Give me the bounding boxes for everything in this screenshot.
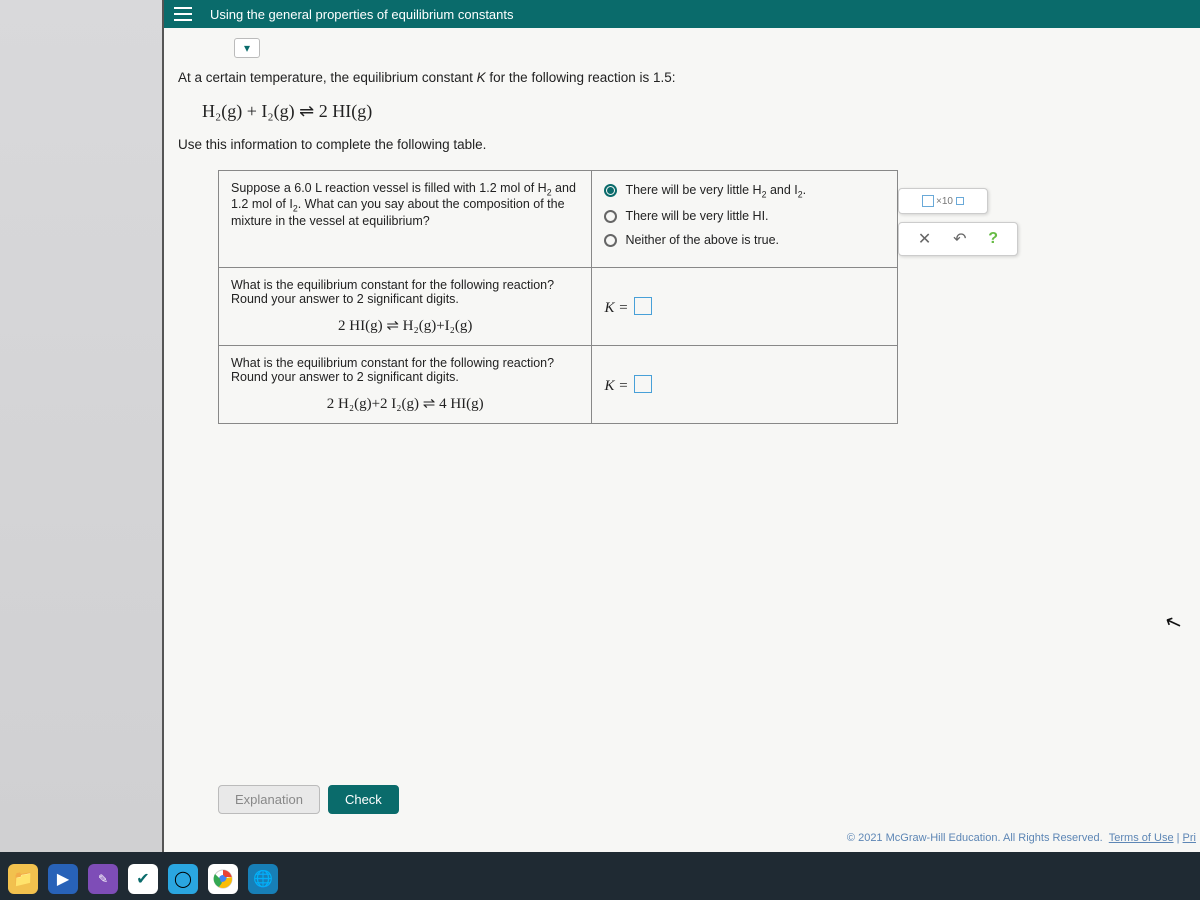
q2-equation: 2 HI(g) ⇌ H₂(g)+I₂(g) bbox=[231, 316, 579, 335]
copyright: © 2021 McGraw-Hill Education. All Rights… bbox=[847, 832, 1196, 844]
taskbar: 📁 ▶ ✎ ✔ ◯ 🌐 bbox=[8, 864, 278, 894]
k-input-1[interactable] bbox=[634, 297, 652, 315]
x10-label: ×10 bbox=[936, 196, 953, 207]
files-icon[interactable]: 📁 bbox=[8, 864, 38, 894]
radio-selected-icon bbox=[604, 184, 617, 197]
menu-icon[interactable] bbox=[174, 7, 192, 21]
sci-notation-button[interactable]: ×10 bbox=[898, 188, 988, 214]
chrome-icon[interactable] bbox=[208, 864, 238, 894]
option-1[interactable]: There will be very little H2 and I2. bbox=[604, 183, 885, 200]
page-title: Using the general properties of equilibr… bbox=[210, 7, 514, 22]
square-icon bbox=[956, 197, 964, 205]
clear-button[interactable]: ✕ bbox=[918, 229, 931, 249]
problem-statement: At a certain temperature, the equilibriu… bbox=[178, 68, 1186, 156]
opt1-b: and I bbox=[766, 183, 797, 197]
radio-icon bbox=[604, 234, 617, 247]
table-row: What is the equilibrium constant for the… bbox=[219, 346, 898, 424]
q3-prompt: What is the equilibrium constant for the… bbox=[231, 356, 579, 384]
collapse-button[interactable]: ▾ bbox=[234, 38, 260, 58]
privacy-link[interactable]: Pri bbox=[1183, 832, 1196, 844]
title-bar: Using the general properties of equilibr… bbox=[164, 0, 1200, 28]
app-icon[interactable]: ✎ bbox=[88, 864, 118, 894]
q2-prompt: What is the equilibrium constant for the… bbox=[231, 278, 579, 306]
check-icon[interactable]: ✔ bbox=[128, 864, 158, 894]
k-label-1: K = bbox=[604, 300, 628, 316]
option-2[interactable]: There will be very little HI. bbox=[604, 209, 885, 223]
question-table: Suppose a 6.0 L reaction vessel is fille… bbox=[218, 170, 898, 425]
intro-text-a: At a certain temperature, the equilibriu… bbox=[178, 70, 477, 85]
opt3-label: Neither of the above is true. bbox=[625, 233, 779, 247]
check-button[interactable]: Check bbox=[328, 785, 399, 814]
instruction: Use this information to complete the fol… bbox=[178, 135, 1186, 155]
table-row: Suppose a 6.0 L reaction vessel is fille… bbox=[219, 170, 898, 268]
chevron-down-icon: ▾ bbox=[244, 41, 250, 55]
radio-icon bbox=[604, 210, 617, 223]
explanation-button[interactable]: Explanation bbox=[218, 785, 320, 814]
edge-icon[interactable]: 🌐 bbox=[248, 864, 278, 894]
help-button[interactable]: ? bbox=[988, 230, 998, 248]
square-icon bbox=[922, 195, 934, 207]
circle-icon[interactable]: ◯ bbox=[168, 864, 198, 894]
copyright-text: © 2021 McGraw-Hill Education. All Rights… bbox=[847, 832, 1103, 844]
k-label-2: K = bbox=[604, 378, 628, 394]
play-icon[interactable]: ▶ bbox=[48, 864, 78, 894]
toolbox: ×10 ✕ ↶ ? bbox=[898, 188, 1018, 256]
option-3[interactable]: Neither of the above is true. bbox=[604, 233, 885, 247]
terms-link[interactable]: Terms of Use bbox=[1109, 832, 1174, 844]
intro-text-b: for the following reaction is bbox=[486, 70, 653, 85]
k-input-2[interactable] bbox=[634, 375, 652, 393]
q1-text-a: Suppose a 6.0 L reaction vessel is fille… bbox=[231, 181, 547, 195]
opt2-label: There will be very little HI. bbox=[625, 209, 768, 223]
main-equation: H₂(g) + I₂(g) ⇌ 2 HI(g) bbox=[202, 98, 1186, 125]
opt1-c: . bbox=[803, 183, 806, 197]
table-row: What is the equilibrium constant for the… bbox=[219, 268, 898, 346]
k-value: 1.5 bbox=[653, 70, 672, 85]
undo-button[interactable]: ↶ bbox=[953, 229, 966, 249]
opt1-a: There will be very little H bbox=[625, 183, 761, 197]
q3-equation: 2 H₂(g)+2 I₂(g) ⇌ 4 HI(g) bbox=[231, 394, 579, 413]
